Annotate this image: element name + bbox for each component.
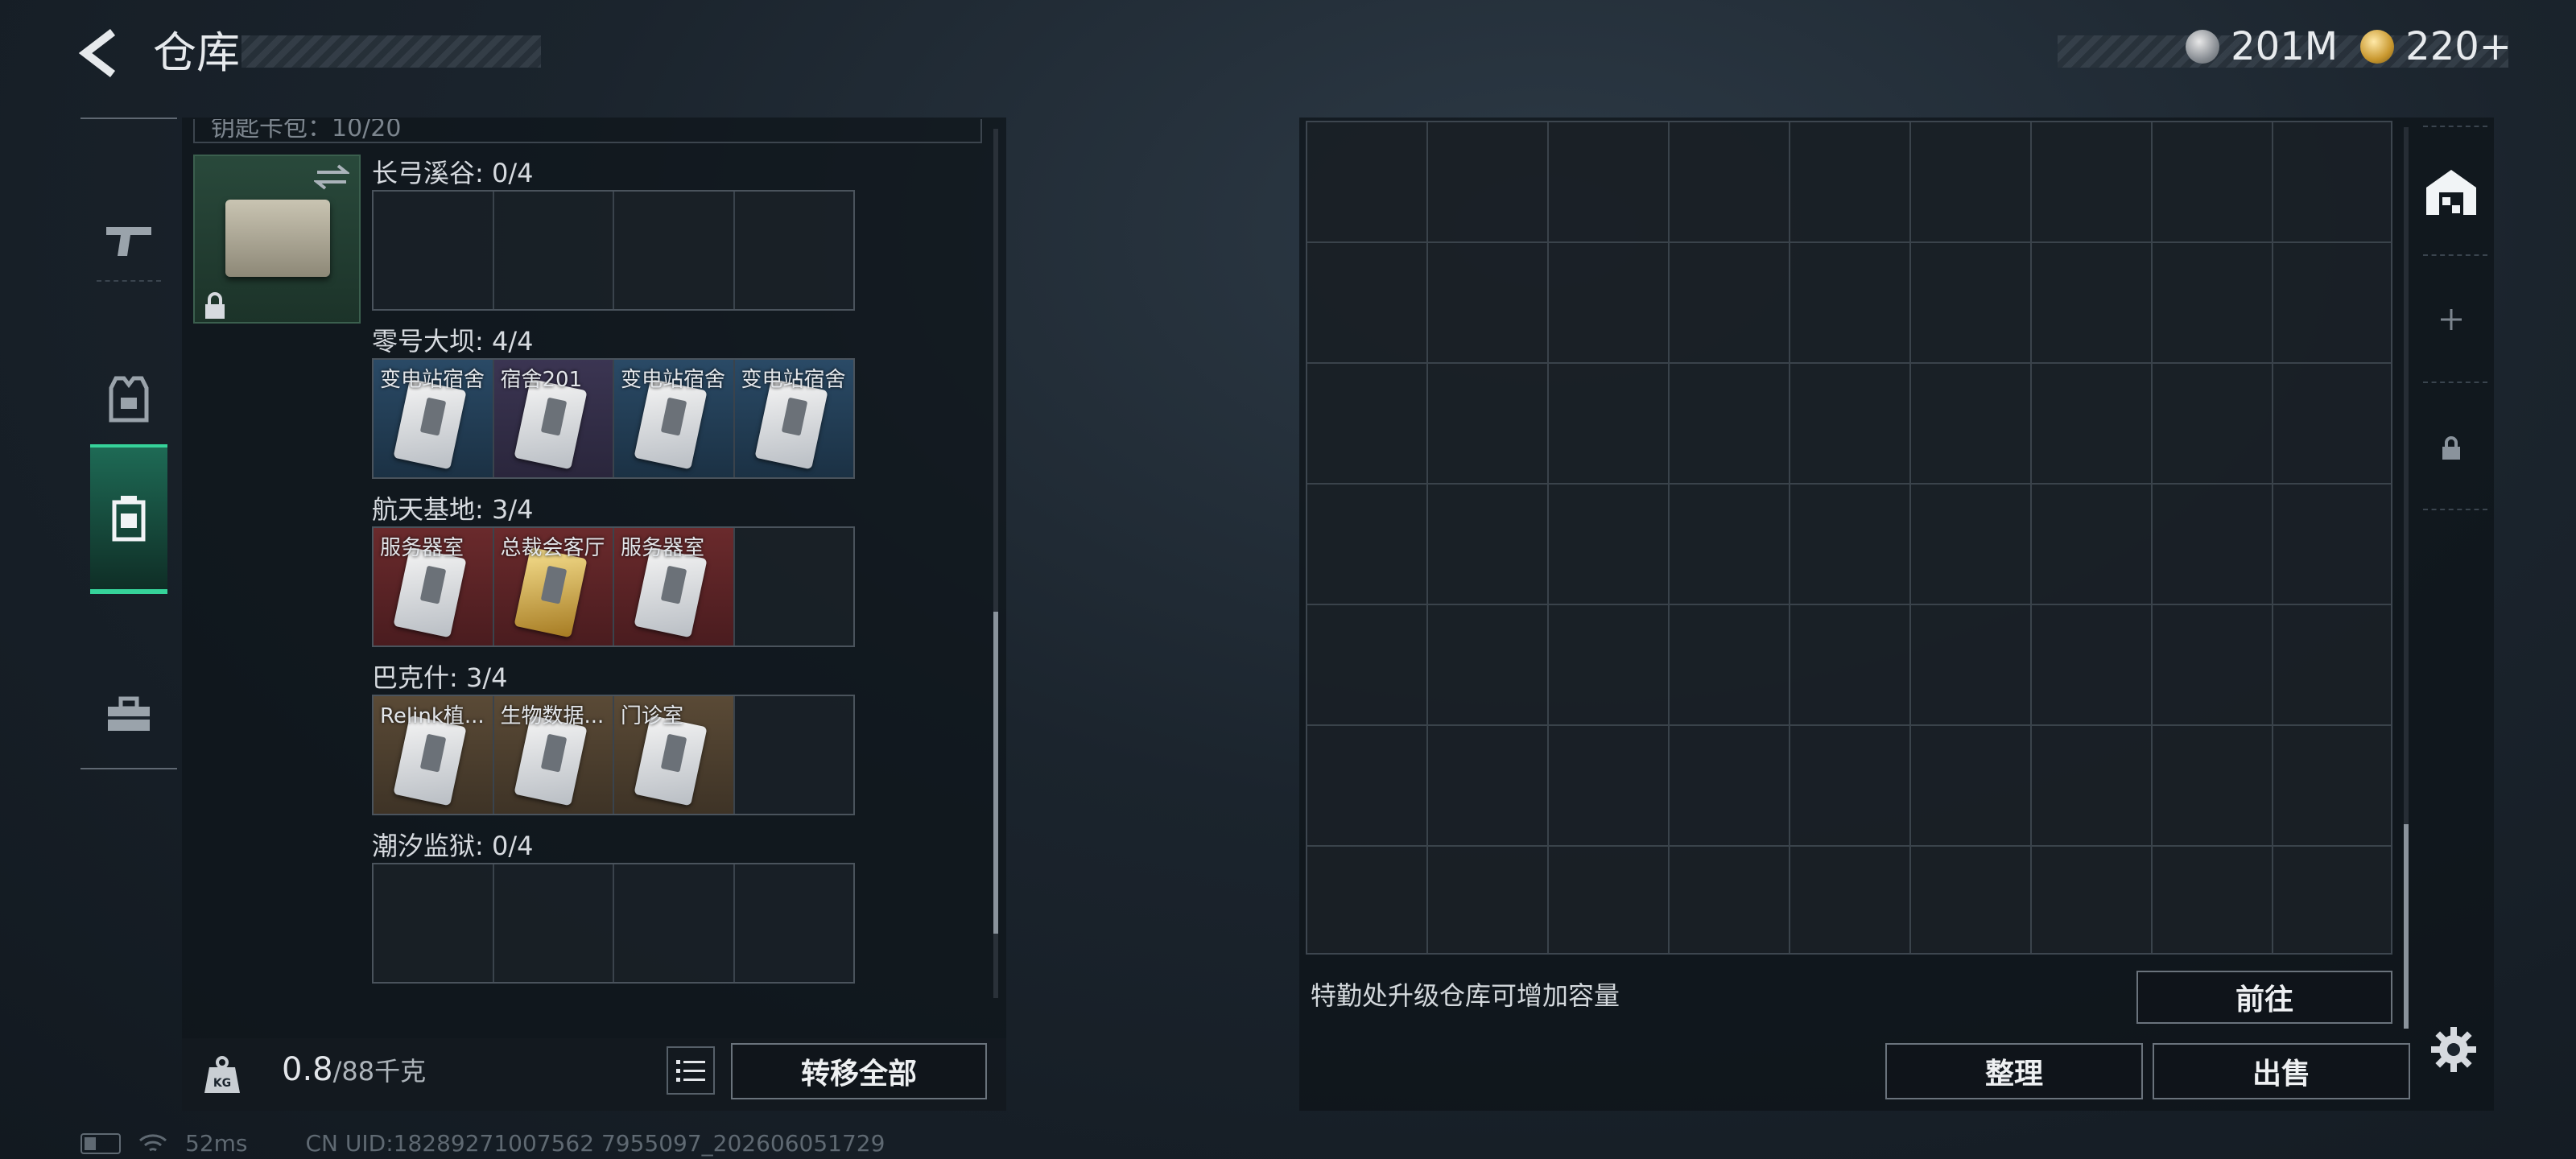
keycard-case-image	[225, 200, 330, 277]
lock-icon	[205, 292, 225, 319]
tab-locked-warehouse[interactable]	[2415, 388, 2487, 509]
nav-weapons[interactable]	[90, 167, 167, 312]
section-label: 航天基地: 3/4	[372, 494, 534, 525]
warehouse-icon	[2426, 170, 2476, 215]
keycard-slot-row: 服务器室 总裁会客厅 服务器室	[372, 526, 855, 647]
section-label: 巴克什: 3/4	[372, 662, 508, 693]
goto-button[interactable]: 前往	[2136, 971, 2392, 1024]
title-decoration	[242, 35, 541, 68]
right-scrollbar-thumb[interactable]	[2404, 824, 2409, 1029]
empty-slot[interactable]	[735, 864, 854, 982]
tab-warehouse[interactable]	[2415, 132, 2487, 253]
empty-slot[interactable]	[374, 192, 494, 309]
ping-readout: 52ms	[185, 1130, 248, 1157]
warehouse-tabs	[2415, 126, 2487, 512]
upgrade-hint: 特勤处升级仓库可增加容量	[1311, 980, 1620, 1011]
keycard-slot[interactable]: 变电站宿舍	[614, 360, 735, 477]
empty-slot[interactable]	[614, 864, 735, 982]
empty-slot[interactable]	[494, 192, 614, 309]
lock-icon	[2442, 436, 2460, 460]
weight-icon: KG	[192, 1045, 253, 1106]
keycard-slot[interactable]: 总裁会客厅	[493, 528, 614, 645]
section-label: 长弓溪谷: 0/4	[372, 158, 534, 188]
silver-coin-amount: 201M	[2231, 24, 2339, 69]
keycard-slot[interactable]: 服务器室	[374, 528, 494, 645]
uid-readout: CN UID:18289271007562 7955097_2026060517…	[305, 1130, 886, 1157]
keycard-name: 门诊室	[621, 704, 684, 728]
keycard-case-item[interactable]	[193, 155, 361, 324]
nav-keycards[interactable]	[90, 444, 167, 594]
keycard-name: Relink植...	[380, 704, 485, 728]
category-nav	[80, 118, 177, 769]
keycard-slot[interactable]: 变电站宿舍	[734, 360, 853, 477]
keycard-slot-row: 变电站宿舍 宿舍201 变电站宿舍 变电站宿舍	[372, 358, 855, 479]
gold-coin-amount: 220+	[2405, 24, 2512, 69]
keycard-name: 服务器室	[380, 536, 464, 560]
gear-icon	[2431, 1027, 2476, 1072]
keycard-slot-row: Relink植... 生物数据... 门诊室	[372, 695, 855, 815]
keycard-slot-row	[372, 863, 855, 984]
back-arrow-icon	[78, 29, 116, 77]
keycard-name: 变电站宿舍	[621, 368, 726, 392]
gold-coin-icon	[2360, 30, 2395, 64]
silver-coin-icon	[2186, 30, 2220, 64]
currency-bar: 201M 220+	[2186, 24, 2512, 69]
keycard-case-header: 钥匙卡包：10/20	[193, 119, 982, 143]
keycard-name: 服务器室	[621, 536, 705, 560]
battery-icon	[80, 1132, 121, 1154]
empty-slot[interactable]	[614, 192, 735, 309]
keycard-slot[interactable]: 宿舍201	[493, 360, 614, 477]
wifi-icon	[139, 1133, 167, 1151]
keycard-name: 变电站宿舍	[741, 368, 846, 392]
keycard-name: 总裁会客厅	[500, 536, 605, 560]
tidy-button[interactable]: 整理	[1885, 1043, 2143, 1099]
keycard-name: 变电站宿舍	[380, 368, 485, 392]
empty-slot[interactable]	[494, 864, 614, 982]
plus-icon	[2441, 309, 2462, 330]
empty-slot[interactable]	[735, 528, 854, 645]
empty-slot[interactable]	[374, 864, 494, 982]
list-icon	[676, 1060, 705, 1082]
keycard-name: 宿舍201	[500, 368, 583, 392]
vest-icon	[109, 376, 149, 423]
keycard-slot[interactable]: 生物数据...	[493, 696, 614, 814]
keycard-slot[interactable]: Relink植...	[374, 696, 494, 814]
section-label: 零号大坝: 4/4	[372, 326, 534, 357]
back-button[interactable]	[74, 23, 122, 84]
list-view-button[interactable]	[667, 1046, 715, 1095]
section-label: 潮汐监狱: 0/4	[372, 831, 534, 861]
svg-text:KG: KG	[213, 1077, 231, 1090]
transfer-all-button[interactable]: 转移全部	[731, 1043, 987, 1099]
empty-slot[interactable]	[735, 192, 854, 309]
status-bar: 52ms CN UID:18289271007562 7955097_20260…	[80, 1130, 885, 1157]
keycard-case-icon	[112, 496, 146, 542]
swap-icon[interactable]	[314, 163, 349, 192]
weight-readout: 0.8/88千克	[282, 1051, 426, 1088]
weight-current: 0.8	[282, 1051, 333, 1088]
nav-items[interactable]	[90, 642, 167, 787]
keycard-slot[interactable]: 服务器室	[614, 528, 735, 645]
settings-button[interactable]	[2423, 1019, 2484, 1080]
sell-button[interactable]: 出售	[2153, 1043, 2410, 1099]
left-scrollbar-thumb[interactable]	[993, 612, 998, 934]
keycard-name: 生物数据...	[500, 704, 605, 728]
page-title: 仓库	[153, 27, 240, 78]
keycard-slot[interactable]: 门诊室	[614, 696, 735, 814]
tab-add-warehouse[interactable]	[2415, 259, 2487, 380]
keycard-slot-row	[372, 190, 855, 311]
warehouse-grid[interactable]	[1306, 121, 2392, 955]
keycard-slot[interactable]: 变电站宿舍	[374, 360, 494, 477]
pistol-icon	[106, 227, 151, 256]
weight-max: /88千克	[332, 1056, 427, 1087]
toolbox-icon	[108, 696, 150, 731]
empty-slot[interactable]	[735, 696, 854, 814]
